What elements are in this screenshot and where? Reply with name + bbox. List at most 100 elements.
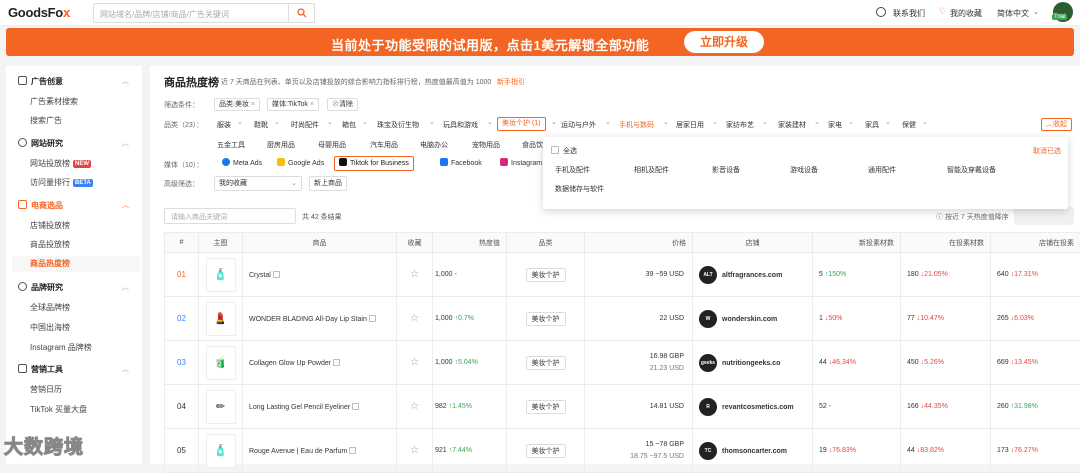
logo[interactable]: GoodsFox xyxy=(8,5,70,20)
media-instagram[interactable]: Instagram xyxy=(495,156,547,171)
media-meta-ads[interactable]: Meta Ads xyxy=(217,156,267,171)
column-header-10[interactable]: 店铺在投素 xyxy=(991,233,1080,253)
favorite-cell[interactable]: ☆ xyxy=(397,385,433,429)
select-all-checkbox[interactable]: 全选 xyxy=(551,146,577,156)
sidebar-item-global-brands[interactable]: 全球品牌榜 xyxy=(30,302,70,313)
category-4[interactable]: 珠宝及衍生物 xyxy=(377,120,419,130)
product-thumbnail[interactable]: 🧴 xyxy=(206,434,236,468)
sidebar-item-marketing-calendar[interactable]: 营销日历 xyxy=(30,384,62,395)
guide-link[interactable]: 新手指引 xyxy=(497,77,525,87)
product-thumbnail[interactable]: 🧴 xyxy=(206,258,236,292)
product-image[interactable]: 🧴 xyxy=(199,253,243,297)
sidebar-item-instagram-brands[interactable]: Instagram 品牌榜 xyxy=(30,342,92,353)
sidebar-item-ad-search[interactable]: 广告素材搜索 xyxy=(30,96,78,107)
favorite-cell[interactable]: ☆ xyxy=(397,341,433,385)
filter-chip-category[interactable]: 品类:美妆 × xyxy=(214,98,260,111)
product-name[interactable]: Collagen Glow Up Powder xyxy=(243,341,397,385)
product-image[interactable]: 💄 xyxy=(199,297,243,341)
category-row2-5[interactable]: 宠物用品 xyxy=(472,140,500,150)
column-header-8[interactable]: 新投素材数 xyxy=(813,233,901,253)
copy-icon[interactable] xyxy=(349,447,356,454)
product-name[interactable]: Crystal xyxy=(243,253,397,297)
dropdown-option[interactable]: 游戏设备 xyxy=(790,165,818,175)
product-thumbnail[interactable]: 🧃 xyxy=(206,346,236,380)
favorites-select[interactable]: 我的收藏⌄ xyxy=(214,176,302,191)
dropdown-option[interactable]: 智能及穿戴设备 xyxy=(947,165,996,175)
store[interactable]: Wwonderskin.com xyxy=(693,297,813,341)
product-image[interactable]: ✏ xyxy=(199,385,243,429)
dropdown-option[interactable]: 影音设备 xyxy=(712,165,740,175)
close-icon[interactable]: × xyxy=(310,101,314,108)
chevron-up-icon[interactable]: ︿ xyxy=(122,200,129,210)
chevron-up-icon[interactable]: ︿ xyxy=(122,76,129,86)
category-9[interactable]: 居家日用 xyxy=(676,120,704,130)
star-icon[interactable]: ☆ xyxy=(410,269,419,280)
table-row[interactable]: 03🧃Collagen Glow Up Powder ☆1,000 ↑5.04%… xyxy=(165,341,1080,385)
star-icon[interactable]: ☆ xyxy=(410,357,419,368)
language-select[interactable]: 简体中文 xyxy=(997,8,1029,19)
chevron-up-icon[interactable]: ︿ xyxy=(122,138,129,148)
store[interactable]: geeksnutritiongeeks.co xyxy=(693,341,813,385)
product-image[interactable]: 🧴 xyxy=(199,429,243,473)
store[interactable]: ALTaltfragrances.com xyxy=(693,253,813,297)
product-search-input[interactable]: 请输入商品关键词 xyxy=(164,208,296,224)
table-row[interactable]: 04✏Long Lasting Gel Pencil Eyeliner ☆982… xyxy=(165,385,1080,429)
sidebar-item-china-brands[interactable]: 中国出海榜 xyxy=(30,322,70,333)
category-3[interactable]: 箱包 xyxy=(342,120,356,130)
table-row[interactable]: 05🧴Rouge Avenue | Eau de Parfum ☆921 ↑7.… xyxy=(165,429,1080,473)
dropdown-option[interactable]: 相机及配件 xyxy=(634,165,669,175)
upgrade-button[interactable]: 立即升级 xyxy=(684,31,764,53)
category-10[interactable]: 家纺布艺 xyxy=(726,120,754,130)
search-input[interactable]: 网站域名/品牌/店铺/商品/广告关键词 xyxy=(93,3,289,23)
export-button[interactable] xyxy=(1014,207,1074,225)
category-7[interactable]: 运动与户外 xyxy=(561,120,596,130)
cancel-selection-link[interactable]: 取消已选 xyxy=(1033,146,1061,156)
star-icon[interactable]: ☆ xyxy=(410,401,419,412)
favorite-cell[interactable]: ☆ xyxy=(397,253,433,297)
media-facebook[interactable]: Facebook xyxy=(435,156,487,171)
category-row2-0[interactable]: 五金工具 xyxy=(217,140,245,150)
product-name[interactable]: Long Lasting Gel Pencil Eyeliner xyxy=(243,385,397,429)
category-row2-1[interactable]: 厨房用品 xyxy=(267,140,295,150)
product-name[interactable]: Rouge Avenue | Eau de Parfum xyxy=(243,429,397,473)
product-thumbnail[interactable]: ✏ xyxy=(206,390,236,424)
table-row[interactable]: 01🧴Crystal ☆1,000 -美妆个护39 ~59 USDALTaltf… xyxy=(165,253,1080,297)
product-image[interactable]: 🧃 xyxy=(199,341,243,385)
dropdown-option[interactable]: 手机及配件 xyxy=(555,165,590,175)
new-products-toggle[interactable]: 新上商品 xyxy=(309,176,347,191)
category-row2-4[interactable]: 电脑办公 xyxy=(420,140,448,150)
table-row[interactable]: 02💄WONDER BLADING All-Day Lip Stain ☆1,0… xyxy=(165,297,1080,341)
category-row2-2[interactable]: 母婴用品 xyxy=(318,140,346,150)
close-icon[interactable]: × xyxy=(251,101,255,108)
category-0[interactable]: 服装 xyxy=(217,120,231,130)
sidebar-item-website-ranking[interactable]: 网站投放榜NEW xyxy=(30,158,91,169)
sidebar-section-ecommerce[interactable]: 电商选品 xyxy=(18,200,63,211)
media-tiktok[interactable]: Tiktok for Business xyxy=(334,156,414,171)
search-button[interactable] xyxy=(289,3,315,23)
category-5[interactable]: 玩具和游戏 xyxy=(443,120,478,130)
category-14[interactable]: 保健 xyxy=(902,120,916,130)
copy-icon[interactable] xyxy=(333,359,340,366)
dropdown-option[interactable]: 数据储存与软件 xyxy=(555,184,604,194)
sidebar-item-product-ads[interactable]: 商品投放榜 xyxy=(30,239,70,250)
column-header-9[interactable]: 在投素材数 xyxy=(901,233,991,253)
media-google-ads[interactable]: Google Ads xyxy=(272,156,329,171)
sidebar-item-search-ads[interactable]: 搜索广告 xyxy=(30,115,62,126)
category-6[interactable]: 美妆个护 (1) xyxy=(497,117,546,131)
category-12[interactable]: 家电 xyxy=(828,120,842,130)
store[interactable]: Rrevantcosmetics.com xyxy=(693,385,813,429)
category-13[interactable]: 家具 xyxy=(865,120,879,130)
sidebar-section-tools[interactable]: 营销工具 xyxy=(18,364,63,375)
star-icon[interactable]: ☆ xyxy=(410,313,419,324)
sort-label[interactable]: ⓘ 按近 7 天热度值降序 xyxy=(936,212,1009,222)
sidebar-item-product-heat[interactable]: 商品热度榜 xyxy=(12,256,140,272)
clear-filters-button[interactable]: ⊗清除 xyxy=(327,98,358,111)
category-11[interactable]: 家装建材 xyxy=(778,120,806,130)
category-1[interactable]: 鞋靴 xyxy=(254,120,268,130)
column-header-4[interactable]: 热度值 xyxy=(433,233,507,253)
category-row2-3[interactable]: 汽车用品 xyxy=(370,140,398,150)
favorite-cell[interactable]: ☆ xyxy=(397,297,433,341)
collapse-button[interactable]: ︿收起 xyxy=(1041,118,1072,131)
copy-icon[interactable] xyxy=(273,271,280,278)
favorites-link[interactable]: 我的收藏 xyxy=(950,8,982,19)
